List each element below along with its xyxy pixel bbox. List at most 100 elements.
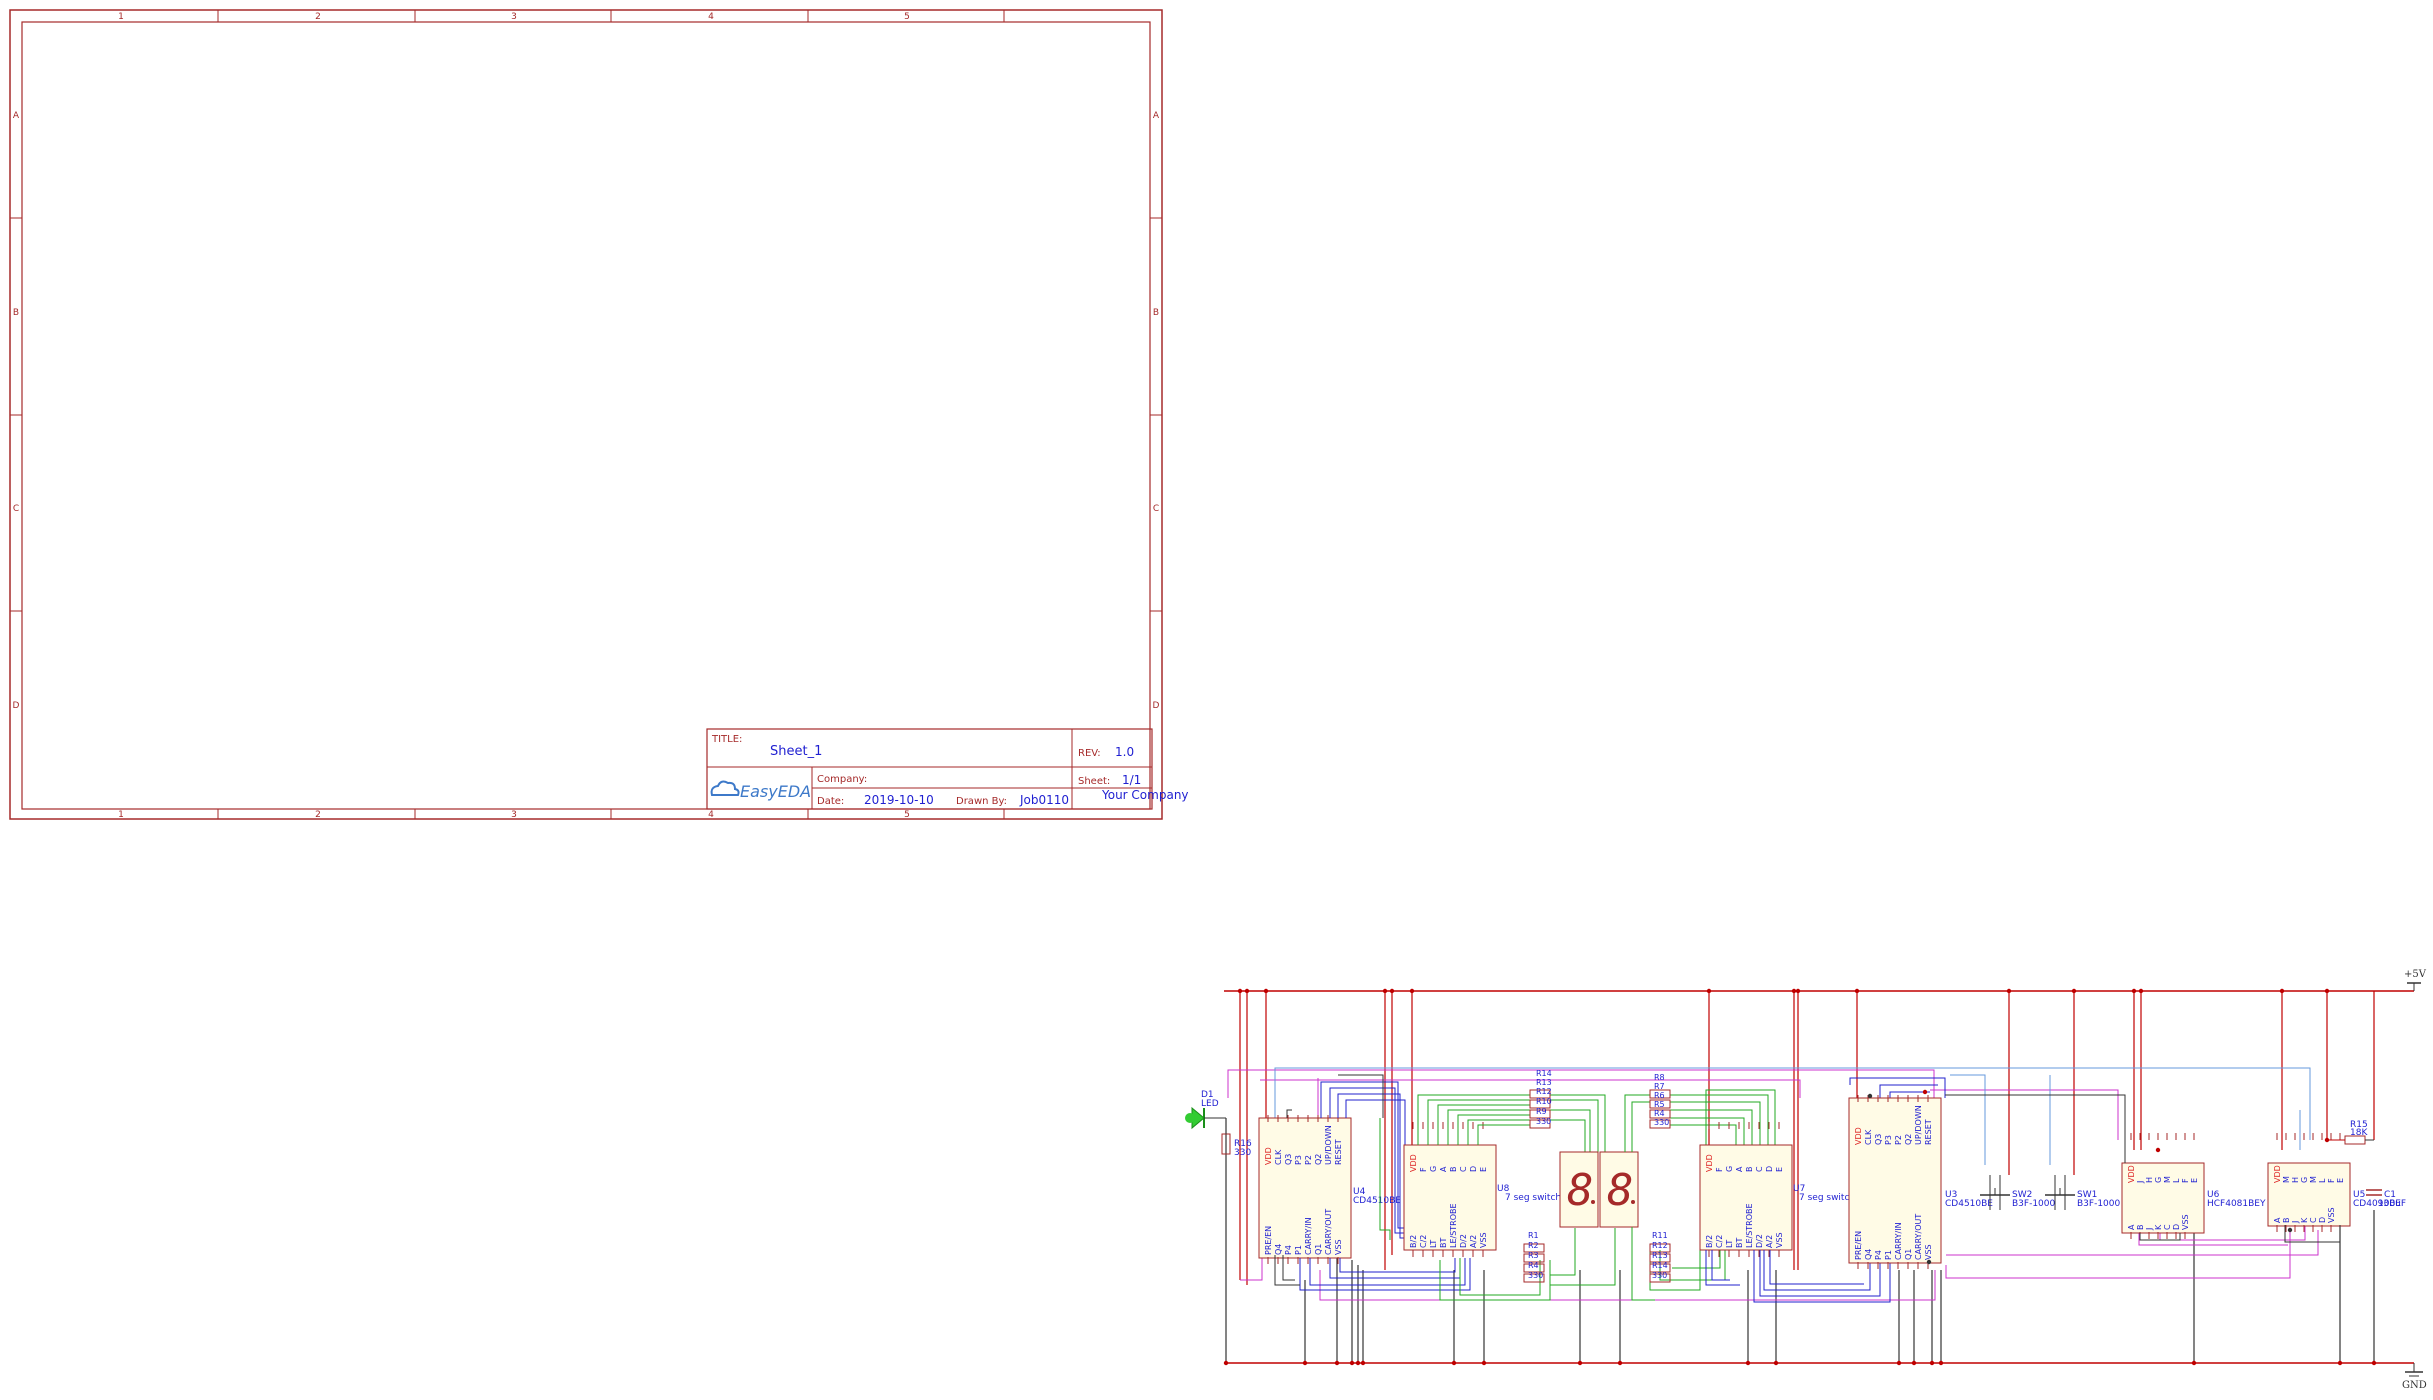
u5-bottom-pin-j: J	[2291, 1221, 2300, 1224]
drawing-frame: 1 2 3 4 5 1 2 3 4 5 A B C D A B C D	[9, 9, 1163, 820]
ic-u5[interactable]: VDD M H G M L F E A B J K C D VSS U5 CD4093BE	[2267, 1133, 2401, 1233]
u3-top-pin-p3: P3	[1884, 1135, 1893, 1145]
company-value: Your Company	[1101, 788, 1189, 802]
ic-u6[interactable]: VDD J H G M L F E A B J K C D VSS U6 HCF4081BEY	[2121, 1133, 2266, 1239]
r3-ref: R3	[1528, 1251, 1539, 1260]
r12-ref: R12	[1536, 1087, 1552, 1096]
u7-bottom-pin-b-2: B/2	[1705, 1235, 1714, 1248]
u5-top-pin-e: E	[2336, 1178, 2345, 1183]
seven-segment-display-1: 8	[1559, 1151, 1599, 1228]
sheet-label: Sheet:	[1078, 776, 1110, 787]
u5-top-pin-vdd: VDD	[2273, 1165, 2282, 1183]
u5-bottom-pin-d: D	[2318, 1217, 2327, 1223]
u8-bottom-pin-b-2: B/2	[1409, 1235, 1418, 1248]
u8-bottom-pin-le-strobe: LE/STROBE	[1449, 1203, 1458, 1248]
frame-row-d-right: D	[1153, 701, 1160, 711]
u8-top-pin-e: E	[1479, 1167, 1488, 1172]
resistor-network-right-top[interactable]: R8 R7 R6 R5 R4 330	[1649, 1073, 1671, 1129]
u7-bottom-pin-lt: LT	[1725, 1240, 1734, 1248]
vcc-rail: +5V	[1224, 969, 2427, 992]
u7-top-pin-vdd: VDD	[1705, 1154, 1714, 1172]
u4-bottom-pin-q4: Q4	[1274, 1244, 1283, 1255]
sw1-value: B3F-1000	[2077, 1199, 2121, 1209]
frame-col-3: 3	[511, 12, 517, 22]
u3-bottom-pin-carry-out: CARRY/OUT	[1914, 1214, 1923, 1260]
u8-bottom-pin-d-2: D/2	[1459, 1234, 1468, 1248]
u4-bottom-pin-p1: P1	[1294, 1245, 1303, 1255]
sw2-value: B3F-1000	[2012, 1199, 2056, 1209]
r16-value: 330	[1234, 1148, 1251, 1158]
u5-top-pin-h: H	[2291, 1177, 2300, 1183]
resistor-network-right-bottom[interactable]: R11 R12 R13 R14 330	[1649, 1231, 1671, 1283]
resistor-network-left-top[interactable]: R14 R13 R12 R10 R9 330	[1529, 1069, 1552, 1129]
u5-bottom-pin-a: A	[2273, 1217, 2282, 1223]
u7-top-pin-c: C	[1755, 1166, 1764, 1172]
resistor-network-left-bottom[interactable]: R1 R2 R3 R4 330	[1523, 1231, 1545, 1283]
u3-bottom-pin-pre-en: PRE/EN	[1854, 1231, 1863, 1260]
frame-col-3-bottom: 3	[511, 810, 517, 820]
ic-u3[interactable]: VDD CLK Q3 P3 P2 Q2 UP/DOWN RESET PRE/EN Q4 P4 P1 C…	[1848, 1089, 1993, 1269]
resistor-r15[interactable]: R15 18K	[2324, 1120, 2374, 1145]
u3-top-pin-clk: CLK	[1864, 1129, 1873, 1145]
u7-bottom-pin-vss: VSS	[1775, 1232, 1784, 1248]
u5-bottom-pin-k: K	[2300, 1217, 2309, 1223]
u8-top-pin-vdd: VDD	[1409, 1154, 1418, 1172]
u3-bottom-pin-q4: Q4	[1864, 1249, 1873, 1260]
u6-top-pin-vdd: VDD	[2127, 1165, 2136, 1183]
u7-top-pin-f: F	[1715, 1167, 1724, 1172]
gnd-rail: GND	[1224, 1362, 2427, 1391]
r7-ref: R7	[1654, 1082, 1665, 1091]
drawn-value: Job0110	[1019, 793, 1069, 807]
r8-ref: R8	[1654, 1073, 1665, 1082]
u8-value: 7 seg switch	[1505, 1193, 1561, 1203]
frame-row-b: B	[13, 308, 19, 318]
u6-top-pin-h: H	[2145, 1177, 2154, 1183]
r10-ref: R10	[1536, 1097, 1552, 1106]
u3-top-pin-p2: P2	[1894, 1135, 1903, 1145]
frame-col-1: 1	[118, 12, 124, 22]
u3-bottom-pin-p4: P4	[1874, 1250, 1883, 1260]
left-top-value: 330	[1536, 1117, 1551, 1126]
gnd-label: GND	[2402, 1380, 2427, 1391]
schematic-canvas: 1 2 3 4 5 1 2 3 4 5 A B C D A B C D TITL…	[9, 9, 2427, 1391]
u3-top-pin-q2: Q2	[1904, 1134, 1913, 1145]
u7-bottom-pin-d-2: D/2	[1755, 1234, 1764, 1248]
easyeda-logo: EasyEDA	[710, 780, 811, 801]
switch-sw1[interactable]: SW1 B3F-1000	[2045, 1175, 2121, 1210]
schematic: +5V GND D1 LED R16 330 VDD CLK Q3 P3 P2 …	[1185, 969, 2427, 1391]
u8-top-pin-b: B	[1449, 1167, 1458, 1173]
u4-top-pin-up-down: UP/DOWN	[1324, 1125, 1333, 1165]
ic-u7[interactable]: VDD F G A B C D E B/2 C/2 LT BT LE/STROBE D/2 A/2 VSS …	[1699, 1122, 1855, 1257]
left-bottom-value: 330	[1528, 1271, 1543, 1280]
u3-bottom-pin-carry-in: CARRY/IN	[1894, 1222, 1903, 1260]
u7-top-pin-b: B	[1745, 1167, 1754, 1173]
u3-top-pin-reset: RESET	[1924, 1119, 1933, 1145]
frame-col-5: 5	[904, 12, 910, 22]
u8-bottom-pin-bt: BT	[1439, 1238, 1448, 1248]
title-block: TITLE: Sheet_1 REV: 1.0 Company: Your Co…	[706, 728, 1189, 810]
r5-ref: R5	[1654, 1100, 1665, 1109]
frame-row-a: A	[13, 111, 20, 121]
u7-top-pin-d: D	[1765, 1166, 1774, 1172]
u5-top-pin-f: F	[2327, 1178, 2336, 1183]
rev-label: REV:	[1078, 748, 1101, 759]
frame-row-a-right: A	[1153, 111, 1160, 121]
company-label: Company:	[817, 774, 867, 785]
frame-col-2: 2	[315, 12, 321, 22]
u8-bottom-pin-vss: VSS	[1479, 1232, 1488, 1248]
led-d1[interactable]: D1 LED	[1185, 1090, 1226, 1130]
right-top-value: 330	[1654, 1118, 1669, 1127]
r2-ref: R2	[1528, 1241, 1539, 1250]
frame-row-c-right: C	[1153, 504, 1159, 514]
r9-ref: R9	[1536, 1107, 1547, 1116]
u4-top-pin-p3: P3	[1294, 1155, 1303, 1165]
u6-top-pin-g: G	[2154, 1177, 2163, 1183]
u6-bottom-pin-k: K	[2154, 1224, 2163, 1230]
r13-ref: R13	[1536, 1078, 1552, 1087]
r14-ref: R14	[1536, 1069, 1552, 1078]
u4-top-pin-q2: Q2	[1314, 1154, 1323, 1165]
u6-top-pin-m: M	[2163, 1176, 2172, 1183]
u7-top-pin-g: G	[1725, 1166, 1734, 1172]
frame-column-ticks	[10, 10, 1162, 819]
u7-value: 7 seg switch	[1799, 1193, 1855, 1203]
